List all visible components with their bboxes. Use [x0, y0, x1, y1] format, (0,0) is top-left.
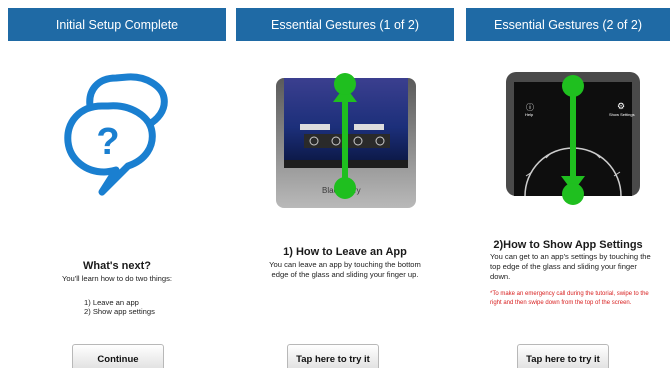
leave-app-heading: 1) How to Leave an App [283, 246, 407, 258]
gestures-panel-2: Essential Gestures (2 of 2) ⓘ Help ⚙ Sho… [466, 8, 670, 368]
phone-help-label: Help [525, 112, 534, 117]
panel-header: Essential Gestures (2 of 2) [466, 8, 670, 41]
try-it-button[interactable]: Tap here to try it [517, 344, 609, 368]
leave-app-text-line: edge of the glass and sliding your finge… [271, 270, 419, 279]
emergency-note-line: *To make an emergency call during the tu… [490, 291, 649, 297]
down-arrow-icon [561, 75, 585, 205]
panel-header: Essential Gestures (1 of 2) [236, 8, 454, 41]
whats-next-heading: What's next? [82, 260, 151, 272]
show-settings-text-line: top edge of the glass and sliding your f… [490, 262, 637, 271]
svg-text:?: ? [96, 121, 119, 163]
show-settings-text-line: You can get to an app's settings by touc… [490, 252, 651, 261]
try-it-button[interactable]: Tap here to try it [287, 344, 379, 368]
phone-settings-label: Show Settings [609, 112, 635, 117]
leave-app-text-line: You can leave an app by touching the bot… [269, 260, 421, 269]
show-settings-text-line: down. [490, 272, 511, 281]
emergency-note-line: right and then swipe down from the top o… [490, 300, 632, 306]
setup-complete-panel: Initial Setup Complete ? What's next? Yo… [8, 8, 226, 368]
show-settings-heading: 2)How to Show App Settings [493, 239, 643, 251]
gear-icon: ⚙ [617, 101, 626, 111]
gestures-panel-1: Essential Gestures (1 of 2) BlackBerry [236, 8, 454, 368]
list-item: 2) Show app settings [84, 307, 155, 316]
up-arrow-icon [333, 73, 357, 199]
panel-header: Initial Setup Complete [8, 8, 226, 41]
continue-button[interactable]: Continue [72, 344, 164, 368]
question-bubble-icon: ? [64, 73, 168, 196]
intro-text: You'll learn how to do two things: [61, 274, 173, 283]
